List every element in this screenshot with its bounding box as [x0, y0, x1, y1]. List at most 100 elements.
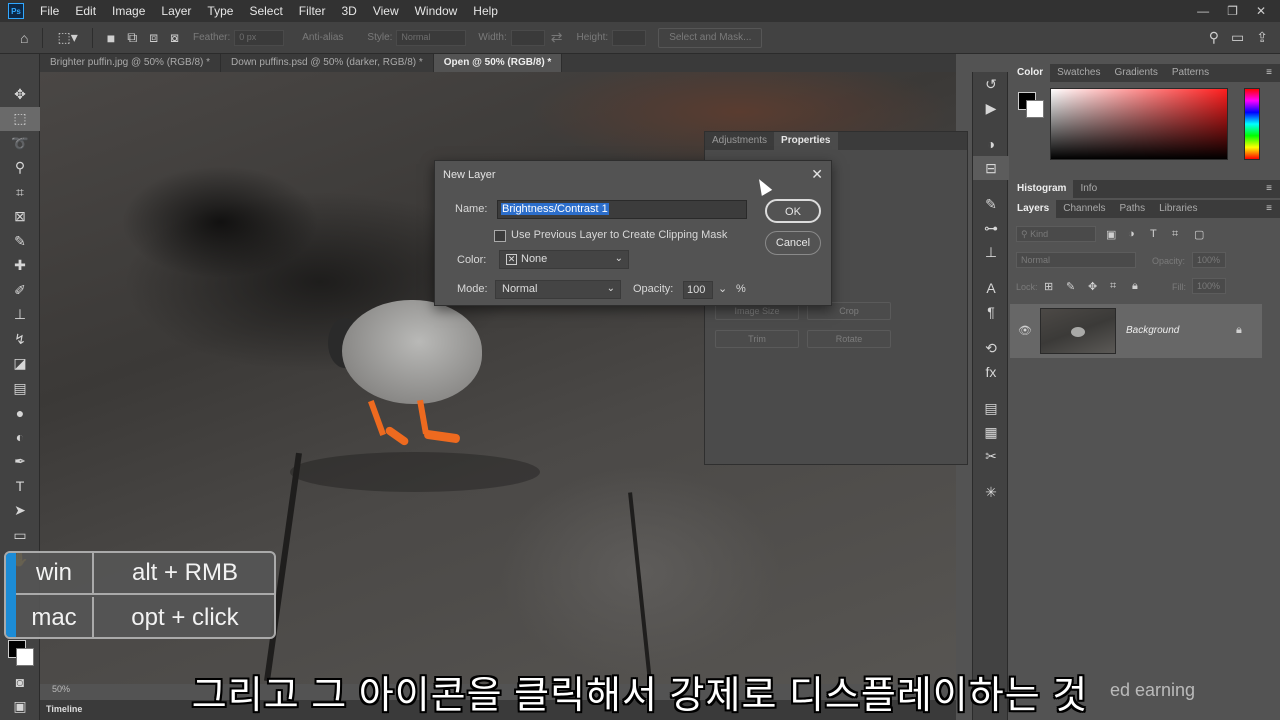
menu-3d[interactable]: 3D — [333, 4, 364, 18]
minimize-icon[interactable]: — — [1197, 4, 1209, 18]
tab-info[interactable]: Info — [1073, 180, 1104, 198]
feather-input[interactable]: 0 px — [234, 29, 285, 46]
width-input[interactable] — [510, 29, 545, 46]
history-brush-tool-icon[interactable]: ↯ — [0, 327, 40, 352]
tab-adjustments[interactable]: Adjustments — [705, 132, 774, 150]
tool-presets-icon[interactable]: ⊶ — [973, 216, 1009, 240]
menu-layer[interactable]: Layer — [153, 4, 199, 18]
name-input[interactable]: Brightness/Contrast 1 — [497, 200, 747, 219]
quick-select-tool-icon[interactable]: ⚲ — [0, 156, 40, 181]
panel-menu-icon[interactable]: ≡ — [1266, 203, 1272, 214]
crop-tool-icon[interactable]: ⌗ — [0, 180, 40, 205]
layer-row-background[interactable]: 👁︎ Background 🔒︎ — [1010, 304, 1262, 358]
tab-layers[interactable]: Layers — [1010, 200, 1057, 218]
styles-icon[interactable]: fx — [973, 360, 1009, 384]
tab-libraries[interactable]: Libraries — [1152, 200, 1204, 218]
blend-mode-select[interactable]: Normal — [1016, 252, 1136, 268]
color-select[interactable]: ✕ None ⌄ — [499, 250, 629, 269]
lock-transparency-icon[interactable]: ⊞ — [1044, 280, 1053, 293]
hue-slider[interactable] — [1244, 88, 1260, 160]
healing-tool-icon[interactable]: ✚ — [0, 254, 40, 279]
menu-file[interactable]: File — [32, 4, 67, 18]
frame-tool-icon[interactable]: ⊠ — [0, 205, 40, 230]
workspace-icon[interactable]: ▭ — [1231, 29, 1244, 46]
blur-tool-icon[interactable]: ● — [0, 401, 40, 426]
clipping-mask-label[interactable]: Use Previous Layer to Create Clipping Ma… — [511, 229, 727, 241]
notes-icon[interactable]: ▦ — [973, 420, 1009, 444]
layers-opacity-input[interactable]: 100% — [1192, 252, 1226, 268]
subtract-selection-icon[interactable]: ⧈ — [149, 29, 158, 46]
rotate-button[interactable]: Rotate — [807, 330, 891, 348]
lock-artboard-icon[interactable]: ⌗ — [1110, 280, 1116, 293]
path-select-tool-icon[interactable]: ➤ — [0, 499, 40, 524]
pen-tool-icon[interactable]: ✒ — [0, 450, 40, 475]
paragraph-icon[interactable]: ¶ — [973, 300, 1009, 324]
layer-comps-icon[interactable]: ▤ — [973, 396, 1009, 420]
panel-menu-icon[interactable]: ≡ — [1266, 183, 1272, 194]
menu-select[interactable]: Select — [241, 4, 290, 18]
clipping-mask-checkbox[interactable] — [494, 230, 506, 242]
tab-brighter-puffin[interactable]: Brighter puffin.jpg @ 50% (RGB/8) * — [40, 54, 222, 72]
tab-down-puffins[interactable]: Down puffins.psd @ 50% (darker, RGB/8) * — [221, 54, 434, 72]
menu-edit[interactable]: Edit — [67, 4, 104, 18]
menu-view[interactable]: View — [365, 4, 407, 18]
select-and-mask-button[interactable]: Select and Mask... — [658, 27, 763, 48]
3d-icon[interactable]: ✳ — [973, 480, 1009, 504]
style-select[interactable]: Normal — [396, 29, 467, 46]
type-tool-icon[interactable]: T — [0, 474, 40, 499]
restore-icon[interactable]: ❐ — [1227, 4, 1238, 18]
opacity-dropdown-icon[interactable]: ⌄ — [718, 282, 727, 295]
search-icon[interactable]: ⚲ — [1209, 29, 1219, 46]
marquee-preset-icon[interactable]: ⬚▾ — [57, 29, 77, 46]
eyedropper-tool-icon[interactable]: ✎ — [0, 229, 40, 254]
close-icon[interactable]: ✕ — [1256, 4, 1266, 18]
filter-adjustment-icon[interactable]: ◑ — [1128, 228, 1135, 240]
home-icon[interactable]: ⌂ — [20, 30, 28, 46]
menu-type[interactable]: Type — [199, 4, 241, 18]
adjustments-icon[interactable]: ◑ — [973, 132, 1009, 156]
filter-pixel-icon[interactable]: ▣ — [1106, 228, 1116, 241]
gradient-tool-icon[interactable]: ▤ — [0, 376, 40, 401]
lasso-tool-icon[interactable]: ➰ — [0, 131, 40, 156]
tab-swatches[interactable]: Swatches — [1050, 64, 1107, 82]
dodge-tool-icon[interactable]: ◐ — [0, 425, 40, 450]
menu-filter[interactable]: Filter — [291, 4, 334, 18]
color-field[interactable] — [1050, 88, 1228, 160]
lock-position-icon[interactable]: ✥ — [1088, 280, 1097, 293]
close-icon[interactable]: ✕ — [811, 166, 823, 183]
trim-button[interactable]: Trim — [715, 330, 799, 348]
filter-shape-icon[interactable]: ⌗ — [1172, 228, 1178, 241]
properties-icon[interactable]: ⊟ — [973, 156, 1009, 180]
fill-input[interactable]: 100% — [1192, 278, 1226, 294]
brush-tool-icon[interactable]: ✐ — [0, 278, 40, 303]
history-icon[interactable]: ↺ — [973, 72, 1009, 96]
filter-type-icon[interactable]: T — [1150, 228, 1157, 240]
add-selection-icon[interactable]: ⧉ — [127, 29, 137, 46]
lock-all-icon[interactable]: 🔒︎ — [1132, 280, 1138, 293]
cancel-button[interactable]: Cancel — [765, 231, 821, 255]
intersect-selection-icon[interactable]: ⧇ — [170, 29, 179, 46]
opacity-input[interactable]: 100 — [683, 281, 713, 299]
new-selection-icon[interactable]: ■ — [107, 30, 115, 46]
color-background-swatch[interactable] — [1026, 100, 1044, 118]
measurement-icon[interactable]: ✂ — [973, 444, 1009, 468]
menu-help[interactable]: Help — [465, 4, 506, 18]
antialias-checkbox[interactable]: Anti-alias — [302, 32, 343, 43]
height-input[interactable] — [612, 29, 647, 46]
share-icon[interactable]: ⇪ — [1256, 29, 1268, 46]
rectangle-tool-icon[interactable]: ▭ — [0, 523, 40, 548]
swap-icon[interactable]: ⇄ — [551, 29, 563, 46]
tab-patterns[interactable]: Patterns — [1165, 64, 1216, 82]
tab-properties[interactable]: Properties — [774, 132, 838, 150]
layer-name[interactable]: Background — [1126, 325, 1179, 336]
tab-paths[interactable]: Paths — [1113, 200, 1153, 218]
eye-icon[interactable]: 👁︎ — [1018, 324, 1032, 337]
ok-button[interactable]: OK — [765, 199, 821, 223]
brush-settings-icon[interactable]: ✎ — [973, 192, 1009, 216]
menu-window[interactable]: Window — [407, 4, 466, 18]
actions-icon[interactable]: ▶ — [973, 96, 1009, 120]
menu-image[interactable]: Image — [104, 4, 153, 18]
tab-color[interactable]: Color — [1010, 64, 1051, 82]
lock-pixels-icon[interactable]: ✎ — [1066, 280, 1075, 293]
mode-select[interactable]: Normal ⌄ — [495, 280, 621, 299]
